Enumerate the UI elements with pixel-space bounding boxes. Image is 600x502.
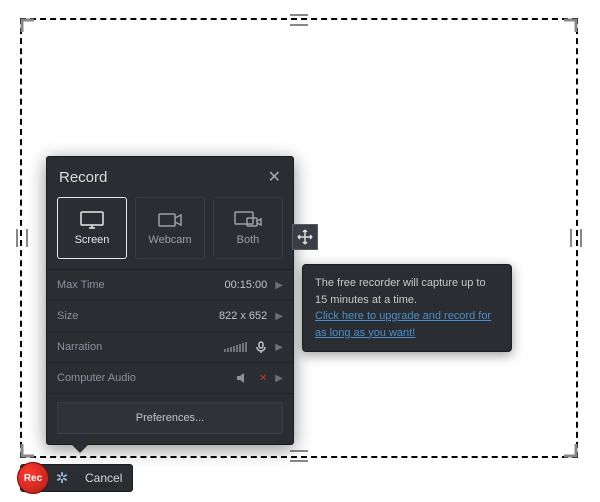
row-narration[interactable]: Narration ▶	[47, 332, 293, 363]
webcam-icon	[156, 210, 184, 230]
volume-meter-icon	[224, 342, 247, 352]
row-label: Computer Audio	[57, 372, 136, 384]
mode-label: Both	[237, 234, 260, 246]
corner-handle-tr[interactable]	[562, 18, 578, 34]
mode-label: Screen	[75, 234, 110, 246]
corner-handle-br[interactable]	[562, 442, 578, 458]
row-value: 822 x 652	[219, 310, 267, 322]
panel-title: Record	[59, 169, 107, 186]
monitor-icon	[78, 210, 106, 230]
mode-label: Webcam	[148, 234, 191, 246]
mode-webcam[interactable]: Webcam	[135, 197, 205, 259]
chevron-right-icon: ▶	[275, 311, 283, 322]
panel-pointer	[71, 444, 89, 453]
row-value: 00:15:00	[224, 279, 267, 291]
preferences-button[interactable]: Preferences...	[57, 402, 283, 434]
recorder-toolbar: Rec ✲ Cancel	[20, 464, 133, 492]
row-size[interactable]: Size 822 x 652 ▶	[47, 301, 293, 332]
record-button[interactable]: Rec	[17, 462, 49, 494]
edge-handle-right[interactable]	[570, 229, 582, 247]
chevron-right-icon: ▶	[275, 342, 283, 353]
corner-handle-bl[interactable]	[20, 442, 36, 458]
both-icon	[233, 210, 263, 230]
edge-handle-left[interactable]	[16, 229, 28, 247]
move-handle[interactable]	[292, 224, 318, 250]
corner-handle-tl[interactable]	[20, 18, 36, 34]
gear-icon[interactable]: ✲	[49, 469, 75, 487]
edge-handle-bottom[interactable]	[290, 450, 308, 462]
mode-both[interactable]: Both	[213, 197, 283, 259]
upgrade-link[interactable]: Click here to upgrade and record for as …	[315, 310, 491, 339]
microphone-icon	[255, 341, 267, 353]
chevron-right-icon: ▶	[275, 373, 283, 384]
mute-icon: ✕	[259, 373, 267, 384]
record-panel: Record ✕ Screen Webcam Both Max Time 00:…	[46, 156, 294, 445]
mode-screen[interactable]: Screen	[57, 197, 127, 259]
row-label: Narration	[57, 341, 102, 353]
tooltip-text: The free recorder will capture up to 15 …	[315, 277, 486, 306]
row-label: Max Time	[57, 279, 105, 291]
close-icon[interactable]: ✕	[268, 167, 281, 187]
edge-handle-top[interactable]	[290, 14, 308, 26]
upgrade-tooltip: The free recorder will capture up to 15 …	[302, 264, 512, 352]
move-icon	[297, 229, 313, 245]
cancel-button[interactable]: Cancel	[75, 471, 132, 485]
row-max-time[interactable]: Max Time 00:15:00 ▶	[47, 270, 293, 301]
chevron-right-icon: ▶	[275, 280, 283, 291]
row-label: Size	[57, 310, 78, 322]
speaker-icon	[235, 372, 249, 384]
row-computer-audio[interactable]: Computer Audio ✕ ▶	[47, 363, 293, 394]
